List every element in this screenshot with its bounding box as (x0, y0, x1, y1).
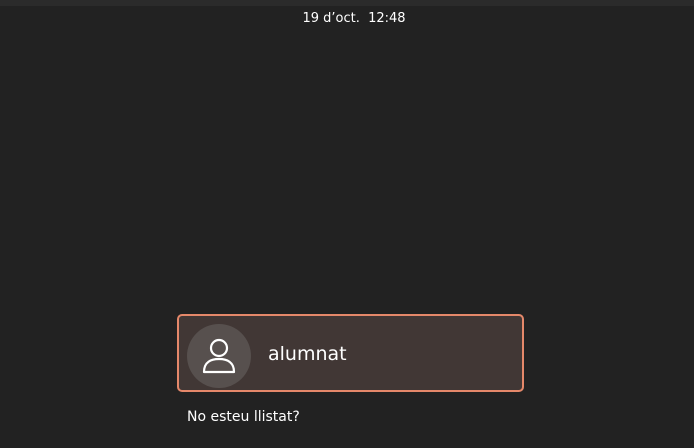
user-icon (202, 338, 236, 374)
user-name: alumnat (268, 343, 347, 365)
top-bar (0, 0, 694, 6)
user-account-button[interactable]: alumnat (177, 314, 524, 392)
avatar (187, 324, 251, 388)
not-listed-link[interactable]: No esteu llistat? (187, 408, 300, 426)
date-time-display[interactable]: 19 d’oct. 12:48 (0, 11, 694, 26)
login-screen: 19 d’oct. 12:48 alumnat No esteu llistat… (0, 0, 694, 448)
